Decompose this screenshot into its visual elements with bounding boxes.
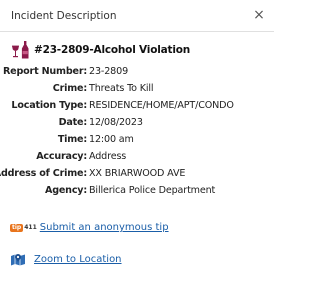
panel-title: Incident Description	[11, 10, 117, 22]
tip411-icon: tip 411	[10, 223, 37, 232]
detail-row-agency: Agency: Billerica Police Department	[0, 183, 274, 200]
detail-label: Address of Crime:	[0, 168, 87, 179]
detail-row-date: Date: 12/08/2023	[0, 115, 274, 132]
detail-row-report-number: Report Number: 23-2809	[0, 64, 274, 81]
detail-value: 12:00 am	[89, 134, 134, 145]
detail-label: Accuracy:	[36, 151, 87, 162]
detail-label: Agency:	[44, 185, 87, 196]
detail-row-address: Address of Crime: XX BRIARWOOD AVE	[0, 166, 274, 183]
detail-value: XX BRIARWOOD AVE	[89, 168, 186, 179]
detail-row-accuracy: Accuracy: Address	[0, 149, 274, 166]
alcohol-bottle-glass-icon	[12, 41, 29, 59]
detail-label: Crime:	[52, 83, 87, 94]
zoom-to-location-link[interactable]: Zoom to Location	[34, 254, 122, 265]
incident-details: Report Number: 23-2809 Crime: Threats To…	[0, 64, 274, 200]
detail-value: RESIDENCE/HOME/APT/CONDO	[89, 100, 234, 111]
detail-row-location-type: Location Type: RESIDENCE/HOME/APT/CONDO	[0, 98, 274, 115]
close-icon[interactable]: ×	[250, 6, 268, 24]
detail-label: Date:	[58, 117, 88, 128]
detail-label: Report Number:	[2, 66, 87, 77]
incident-description-panel: Incident Description × #23-2809-Alcohol …	[0, 0, 274, 300]
incident-title: #23-2809-Alcohol Violation	[34, 44, 191, 56]
detail-value: Address	[89, 151, 127, 162]
submit-tip-link[interactable]: Submit an anonymous tip	[40, 222, 169, 233]
tip411-number: 411	[24, 224, 37, 231]
detail-value: Threats To Kill	[89, 83, 154, 94]
incident-title-row: #23-2809-Alcohol Violation	[10, 40, 190, 60]
map-pin-icon	[11, 254, 25, 266]
detail-label: Location Type:	[11, 100, 87, 111]
detail-value: 23-2809	[89, 66, 129, 77]
tip-row: tip 411 Submit an anonymous tip	[10, 222, 169, 233]
detail-label: Time:	[57, 134, 87, 145]
zoom-row: Zoom to Location	[10, 252, 122, 266]
panel-header: Incident Description ×	[0, 0, 274, 32]
detail-row-crime: Crime: Threats To Kill	[0, 81, 274, 98]
detail-row-time: Time: 12:00 am	[0, 132, 274, 149]
tip411-badge: tip	[10, 223, 24, 232]
detail-value: 12/08/2023	[89, 117, 143, 128]
detail-value: Billerica Police Department	[89, 185, 216, 196]
